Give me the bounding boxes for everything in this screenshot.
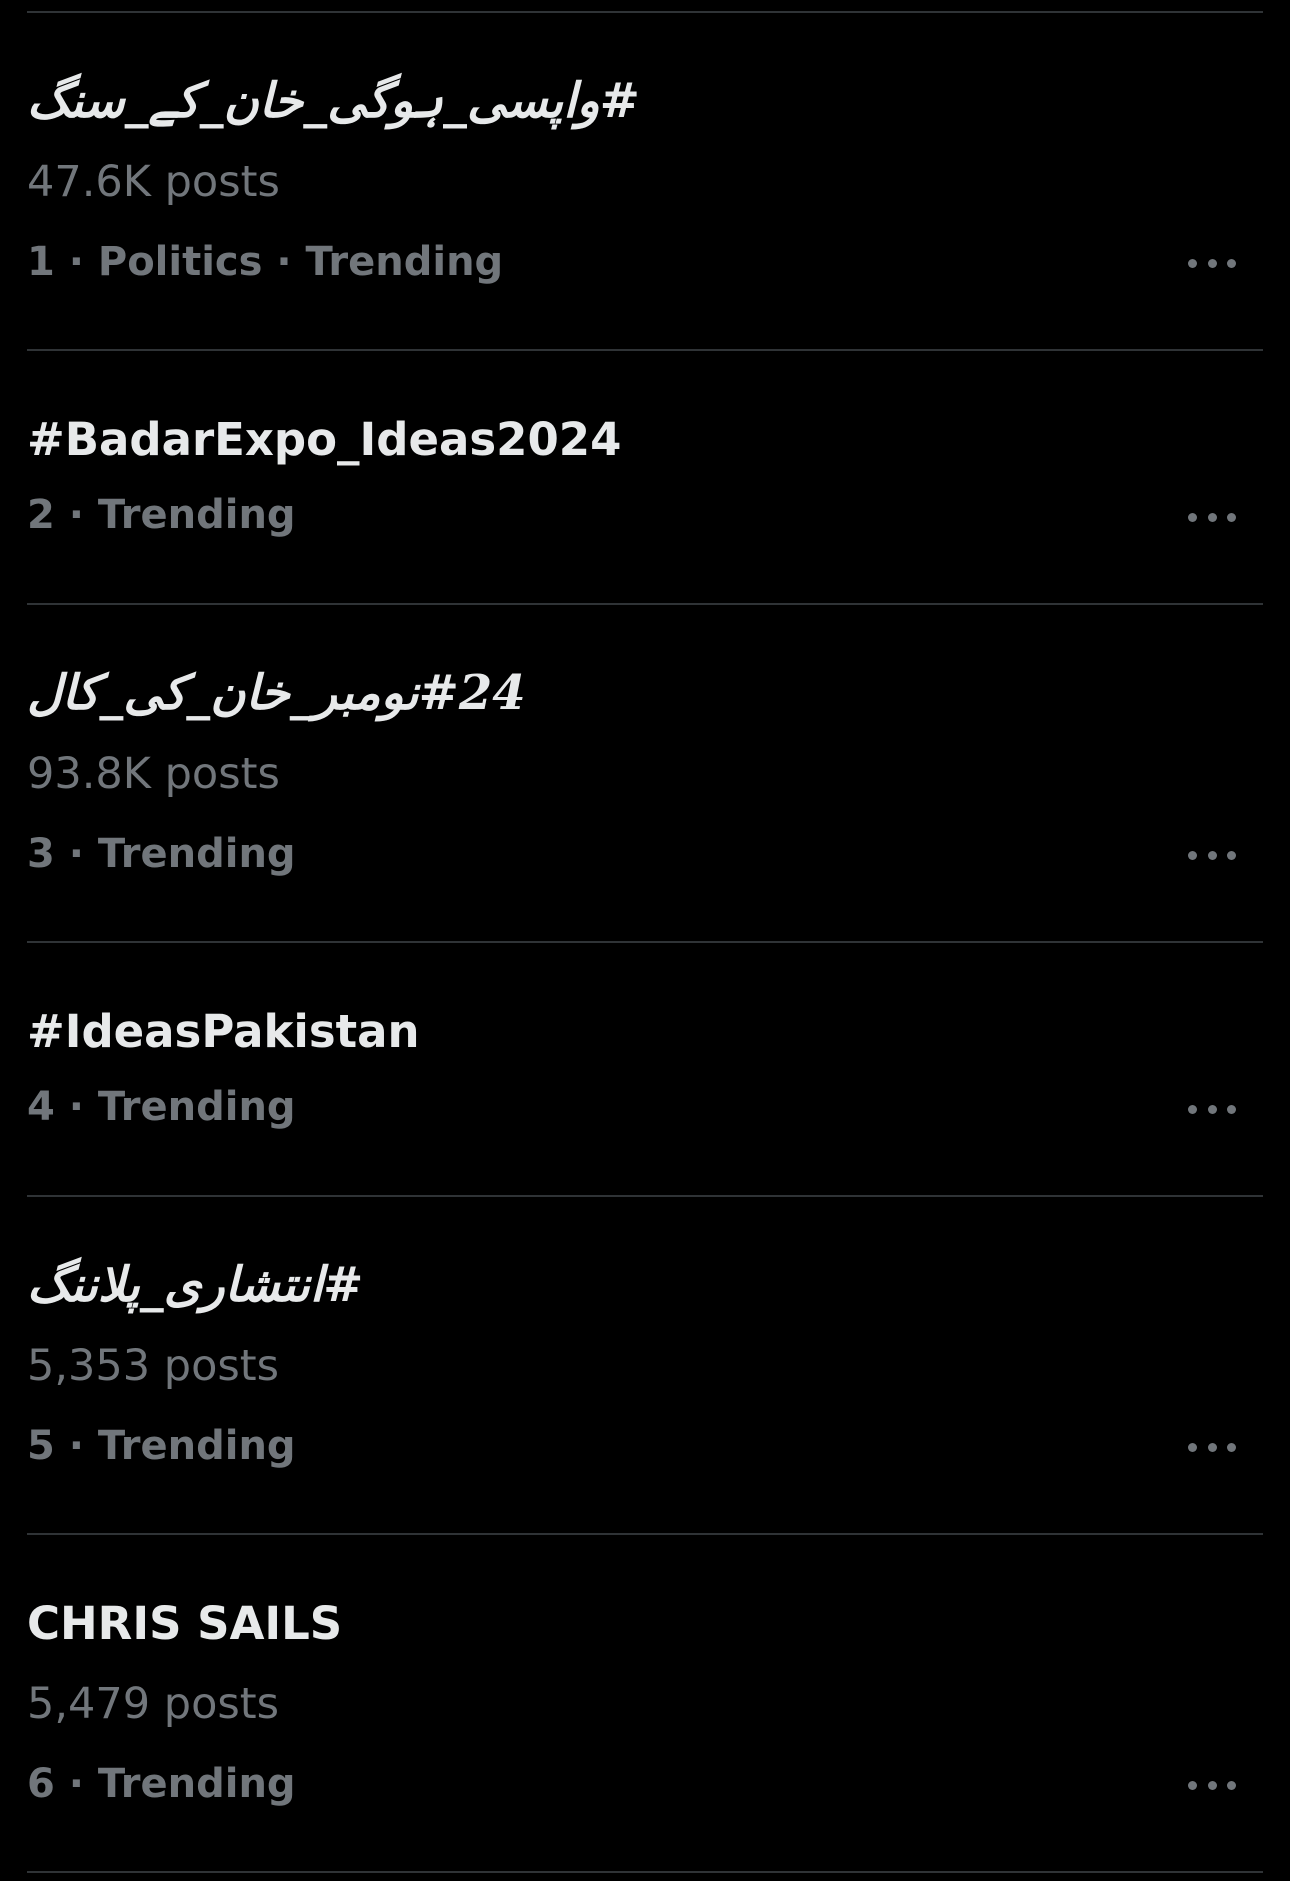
more-horizontal-icon: [1188, 258, 1197, 268]
more-horizontal-icon: [1188, 512, 1197, 522]
trend-title: CHRIS SAILS: [27, 1597, 343, 1650]
more-dot: [1227, 850, 1236, 860]
trend-rank-category: 3 · Trending: [27, 831, 296, 877]
trend-title: #BadarExpo_Ideas2024: [27, 413, 622, 466]
divider: [27, 1871, 1263, 1873]
more-options-button[interactable]: [1188, 845, 1236, 865]
more-horizontal-icon: [1188, 1780, 1197, 1790]
trend-item[interactable]: CHRIS SAILS 5,479 posts 6 · Trending: [0, 1535, 1290, 1871]
more-horizontal-icon: [1188, 1442, 1197, 1452]
trend-rank-category: 1 · Politics · Trending: [27, 239, 504, 285]
more-options-button[interactable]: [1188, 507, 1236, 527]
trend-rank-category: 2 · Trending: [27, 492, 296, 538]
more-dot: [1207, 1780, 1217, 1790]
trend-post-count: 5,479 posts: [27, 1679, 280, 1729]
trend-item[interactable]: #واپسی_ہوگی_خان_کے_سنگ 47.6K posts 1 · P…: [0, 13, 1290, 349]
more-options-button[interactable]: [1188, 1775, 1236, 1795]
more-dot: [1227, 1442, 1236, 1452]
more-dot: [1227, 258, 1236, 268]
more-horizontal-icon: [1188, 1104, 1197, 1114]
more-options-button[interactable]: [1188, 1437, 1236, 1457]
trend-title: #واپسی_ہوگی_خان_کے_سنگ: [27, 73, 640, 129]
trend-rank-category: 5 · Trending: [27, 1423, 296, 1469]
more-dot: [1227, 1780, 1236, 1790]
more-horizontal-icon: [1188, 850, 1197, 860]
trend-item[interactable]: #24نومبر_خان_کی_کال 93.8K posts 3 · Tren…: [0, 605, 1290, 941]
trend-rank-category: 6 · Trending: [27, 1761, 296, 1807]
trend-post-count: 47.6K posts: [27, 157, 280, 207]
trend-post-count: 93.8K posts: [27, 749, 280, 799]
trend-item[interactable]: #IdeasPakistan 4 · Trending: [0, 943, 1290, 1195]
more-options-button[interactable]: [1188, 253, 1236, 273]
trend-title: #انتشاری_پلاننگ: [27, 1257, 364, 1313]
more-dot: [1207, 1442, 1217, 1452]
trend-item[interactable]: #انتشاری_پلاننگ 5,353 posts 5 · Trending: [0, 1197, 1290, 1533]
trend-post-count: 5,353 posts: [27, 1341, 280, 1391]
more-dot: [1207, 1104, 1217, 1114]
trend-rank-category: 4 · Trending: [27, 1084, 296, 1130]
more-options-button[interactable]: [1188, 1099, 1236, 1119]
trend-title: #IdeasPakistan: [27, 1005, 420, 1058]
more-dot: [1207, 512, 1217, 522]
more-dot: [1207, 850, 1217, 860]
trend-item[interactable]: #BadarExpo_Ideas2024 2 · Trending: [0, 351, 1290, 603]
more-dot: [1227, 512, 1236, 522]
more-dot: [1207, 258, 1217, 268]
trend-title: #24نومبر_خان_کی_کال: [27, 665, 526, 721]
more-dot: [1227, 1104, 1236, 1114]
